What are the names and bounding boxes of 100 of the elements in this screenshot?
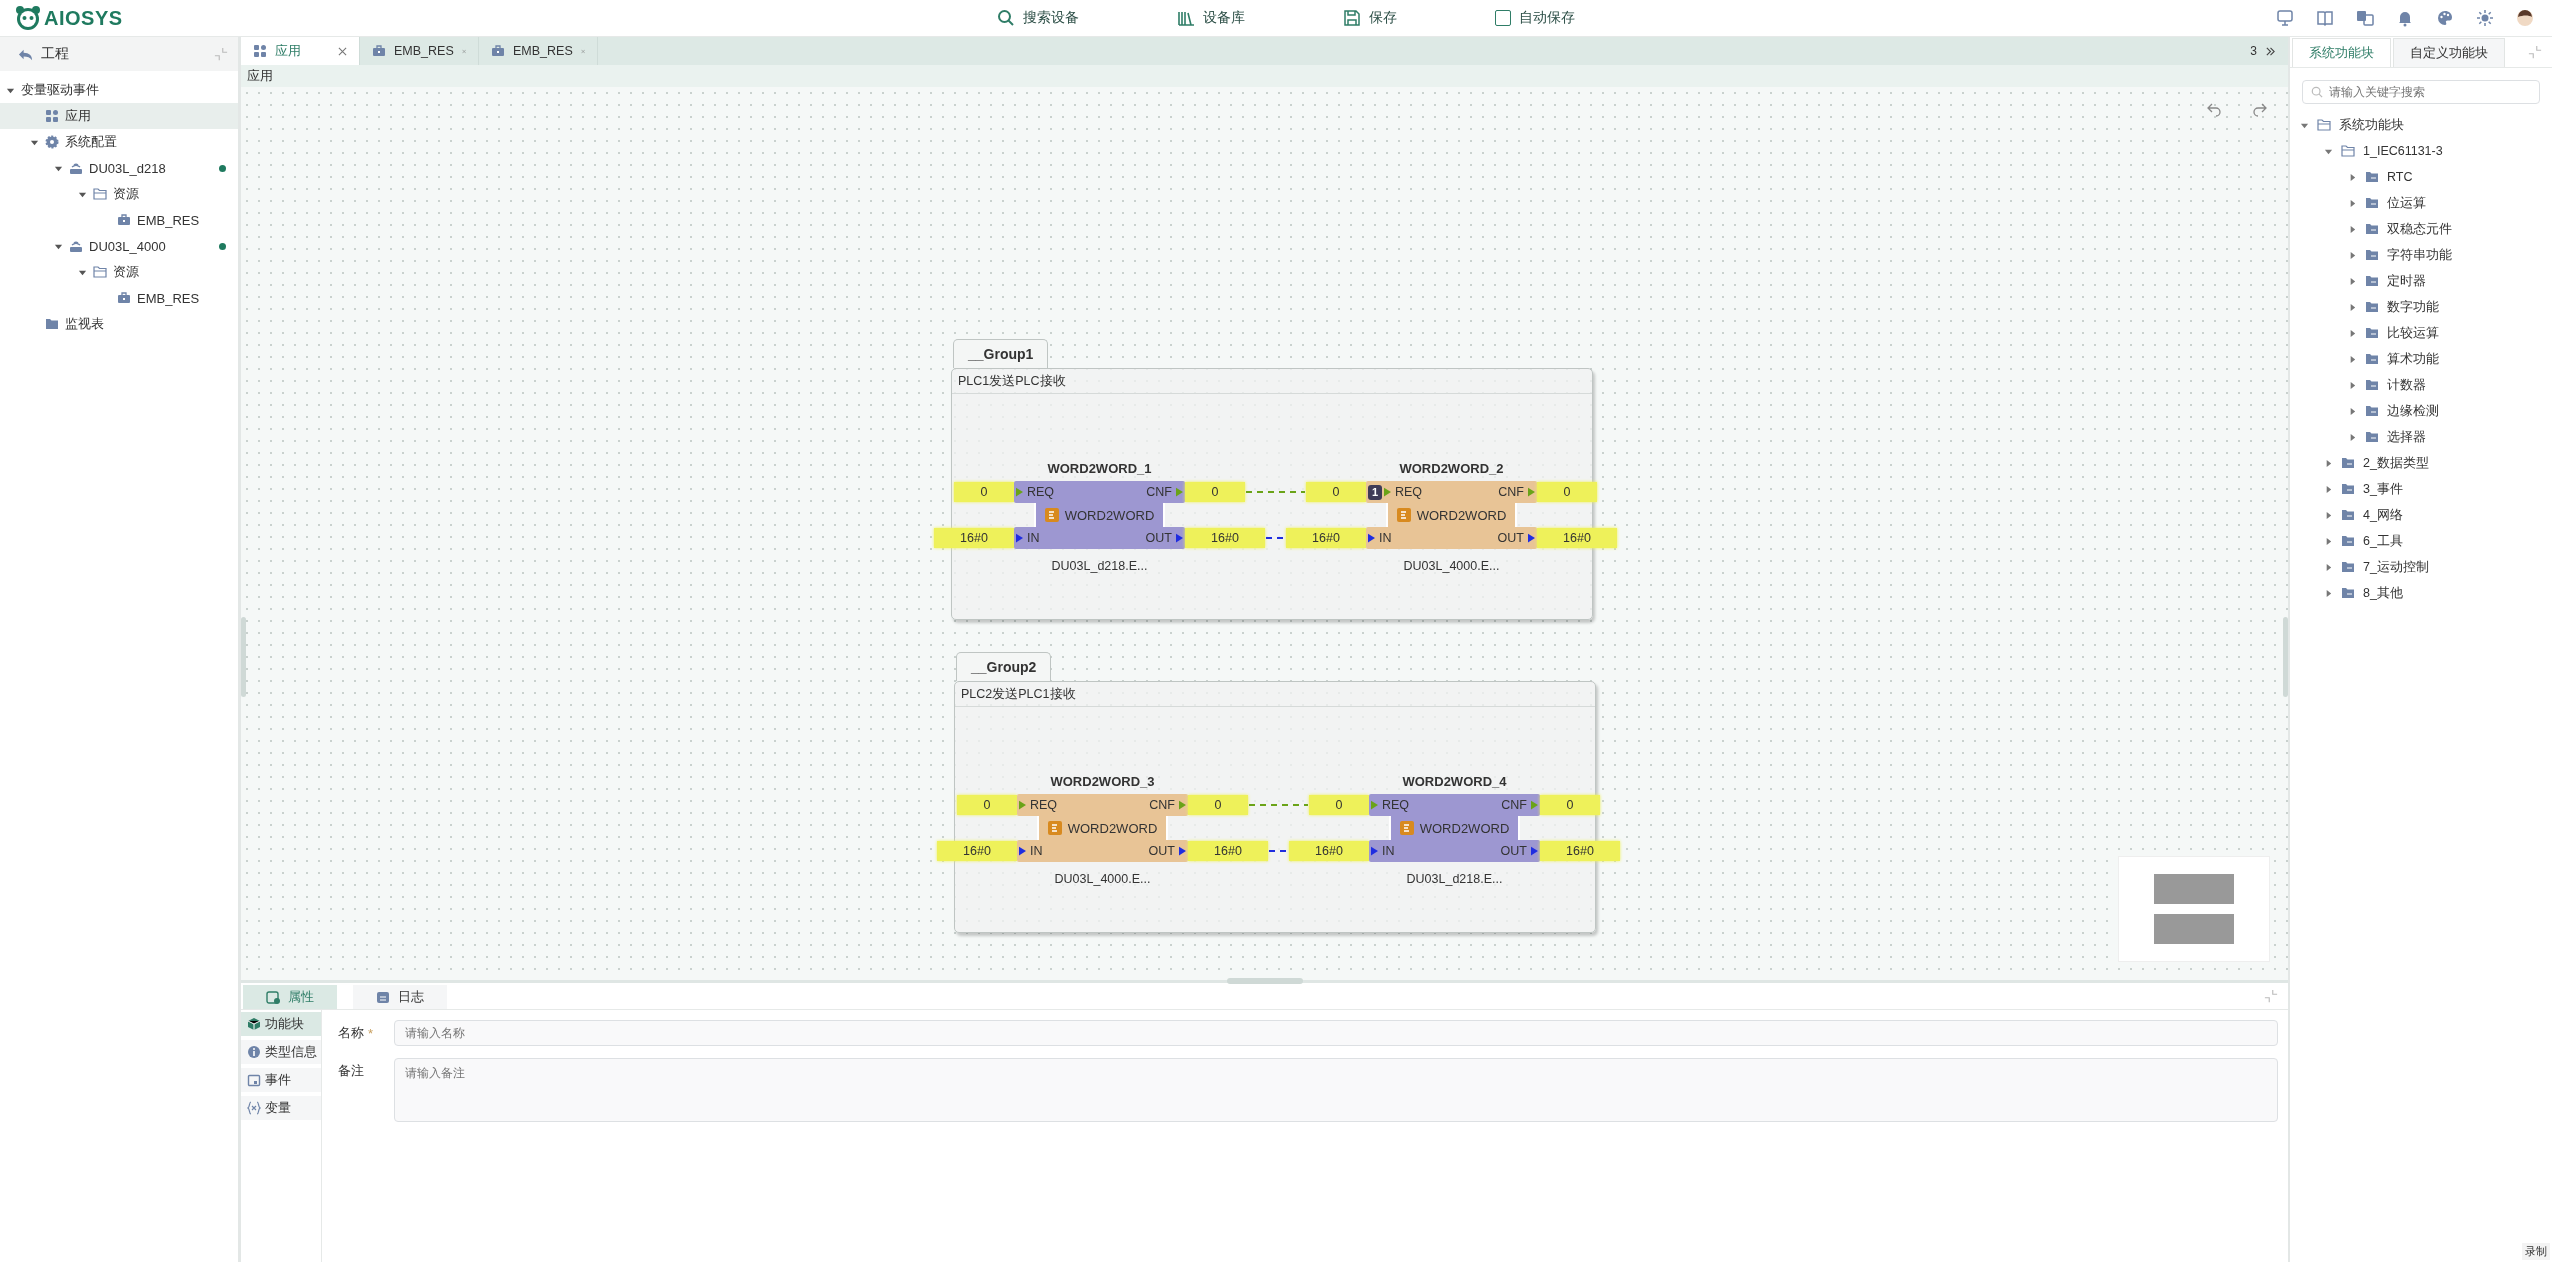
resize-handle[interactable] <box>241 617 246 697</box>
caret-icon[interactable] <box>2348 354 2357 364</box>
auto-save-checkbox[interactable]: 自动保存 <box>1491 7 1579 29</box>
sun-icon[interactable] <box>2476 9 2494 27</box>
undo-icon[interactable] <box>2206 101 2222 117</box>
tree-item[interactable]: 位运算 <box>2290 190 2552 216</box>
caret-icon[interactable] <box>2348 380 2357 390</box>
input-pin[interactable]: REQ <box>1369 798 1412 812</box>
library-button[interactable]: 设备库 <box>1173 7 1249 29</box>
tree-item[interactable]: DU03L_d218 <box>0 155 238 181</box>
tree-item[interactable]: 变量驱动事件 <box>0 77 238 103</box>
caret-icon[interactable] <box>2348 172 2357 182</box>
caret-icon[interactable] <box>2324 588 2333 598</box>
editor-tab[interactable]: 应用 <box>241 37 360 65</box>
tree-item[interactable]: 资源 <box>0 181 238 207</box>
tree-item[interactable]: DU03L_4000 <box>0 233 238 259</box>
function-block[interactable]: REQ CNF WORD2WORD IN OUT <box>1017 794 1188 862</box>
monitor-icon[interactable] <box>2276 9 2294 27</box>
tree-item[interactable]: 系统功能块 <box>2290 112 2552 138</box>
tree-item[interactable]: 定时器 <box>2290 268 2552 294</box>
avatar-icon[interactable] <box>2516 9 2534 27</box>
panel-tab[interactable]: 系统功能块 <box>2292 38 2391 67</box>
tree-item[interactable]: 1_IEC61131-3 <box>2290 138 2552 164</box>
tree-item[interactable]: 双稳态元件 <box>2290 216 2552 242</box>
tree-item[interactable]: EMB_RES <box>0 207 238 233</box>
input-pin[interactable]: IN <box>1014 531 1042 545</box>
tree-item[interactable]: 资源 <box>0 259 238 285</box>
search-field[interactable]: 请输入关键字搜索 <box>2302 80 2540 104</box>
panel-tab[interactable]: 日志 <box>353 985 447 1009</box>
chevrons-right-icon[interactable] <box>2265 45 2276 57</box>
input-pin[interactable]: IN <box>1369 844 1397 858</box>
tree-item[interactable]: 计数器 <box>2290 372 2552 398</box>
resize-handle[interactable] <box>1226 978 1303 984</box>
tree-item[interactable]: 8_其他 <box>2290 580 2552 606</box>
tree-item[interactable]: 应用 <box>0 103 238 129</box>
tree-item[interactable]: 边缘检测 <box>2290 398 2552 424</box>
note-field[interactable]: 请输入备注 <box>394 1058 2278 1122</box>
caret-icon[interactable] <box>2348 198 2357 208</box>
input-pin[interactable]: REQ <box>1014 485 1057 499</box>
input-pin[interactable]: REQ <box>1017 798 1060 812</box>
caret-icon[interactable] <box>2348 328 2357 338</box>
caret-icon[interactable] <box>2324 562 2333 572</box>
name-field[interactable]: 请输入名称 <box>394 1020 2278 1046</box>
connection-line[interactable] <box>1268 850 1289 852</box>
connection-line[interactable] <box>1265 537 1286 539</box>
tree-item[interactable]: 数字功能 <box>2290 294 2552 320</box>
tree-item[interactable]: 字符串功能 <box>2290 242 2552 268</box>
output-pin[interactable]: CNF <box>1496 485 1537 499</box>
tree-item[interactable]: 2_数据类型 <box>2290 450 2552 476</box>
tree-item[interactable]: RTC <box>2290 164 2552 190</box>
nav-item[interactable]: 功能块 <box>241 1012 321 1036</box>
group-tab[interactable]: __Group2 <box>956 652 1052 681</box>
minimap[interactable] <box>2118 856 2270 962</box>
redo-icon[interactable] <box>2252 101 2268 117</box>
caret-icon[interactable] <box>2324 510 2333 520</box>
input-pin[interactable]: IN <box>1366 531 1394 545</box>
nav-item[interactable]: 类型信息 <box>241 1040 321 1064</box>
input-pin[interactable]: REQ <box>1382 485 1425 499</box>
tree-item[interactable]: EMB_RES <box>0 285 238 311</box>
palette-icon[interactable] <box>2436 9 2454 27</box>
tree-item[interactable]: 选择器 <box>2290 424 2552 450</box>
caret-icon[interactable] <box>2348 250 2357 260</box>
tree-item[interactable]: 系统配置 <box>0 129 238 155</box>
panel-tab[interactable]: 属性 <box>243 985 337 1009</box>
output-pin[interactable]: OUT <box>1495 531 1537 545</box>
caret-icon[interactable] <box>2348 276 2357 286</box>
caret-icon[interactable] <box>2324 484 2333 494</box>
caret-icon[interactable] <box>2348 406 2357 416</box>
save-button[interactable]: 保存 <box>1339 7 1401 29</box>
group-tab[interactable]: __Group1 <box>953 339 1049 368</box>
tree-item[interactable]: 比较运算 <box>2290 320 2552 346</box>
close-icon[interactable] <box>338 46 347 56</box>
search-button[interactable]: 搜索设备 <box>993 7 1083 29</box>
caret-icon[interactable] <box>2324 458 2333 468</box>
tree-item[interactable]: 监视表 <box>0 311 238 337</box>
panel-tab[interactable]: 自定义功能块 <box>2393 38 2505 67</box>
tree-item[interactable]: 3_事件 <box>2290 476 2552 502</box>
caret-icon[interactable] <box>2324 536 2333 546</box>
output-pin[interactable]: OUT <box>1146 844 1188 858</box>
tree-item[interactable]: 7_运动控制 <box>2290 554 2552 580</box>
tree-item[interactable]: 6_工具 <box>2290 528 2552 554</box>
output-pin[interactable]: CNF <box>1144 485 1185 499</box>
caret-icon[interactable] <box>2348 224 2357 234</box>
tree-item[interactable]: 算术功能 <box>2290 346 2552 372</box>
function-block[interactable]: REQ CNF WORD2WORD IN OUT <box>1014 481 1185 549</box>
caret-icon[interactable] <box>2348 302 2357 312</box>
output-pin[interactable]: OUT <box>1143 531 1185 545</box>
input-pin[interactable]: IN <box>1017 844 1045 858</box>
function-block[interactable]: REQ CNF WORD2WORD IN OUT <box>1369 794 1540 862</box>
output-pin[interactable]: OUT <box>1498 844 1540 858</box>
resize-handle[interactable] <box>2283 617 2288 697</box>
book-icon[interactable] <box>2316 9 2334 27</box>
tree-item[interactable]: 4_网络 <box>2290 502 2552 528</box>
output-pin[interactable]: CNF <box>1147 798 1188 812</box>
nav-item[interactable]: 变量 <box>241 1096 321 1120</box>
caret-icon[interactable] <box>2348 432 2357 442</box>
folder-icon <box>2317 118 2331 132</box>
nav-item[interactable]: 事件 <box>241 1068 321 1092</box>
function-block[interactable]: 1 REQ CNF WORD2WORD IN OUT <box>1366 481 1537 549</box>
output-pin[interactable]: CNF <box>1499 798 1540 812</box>
